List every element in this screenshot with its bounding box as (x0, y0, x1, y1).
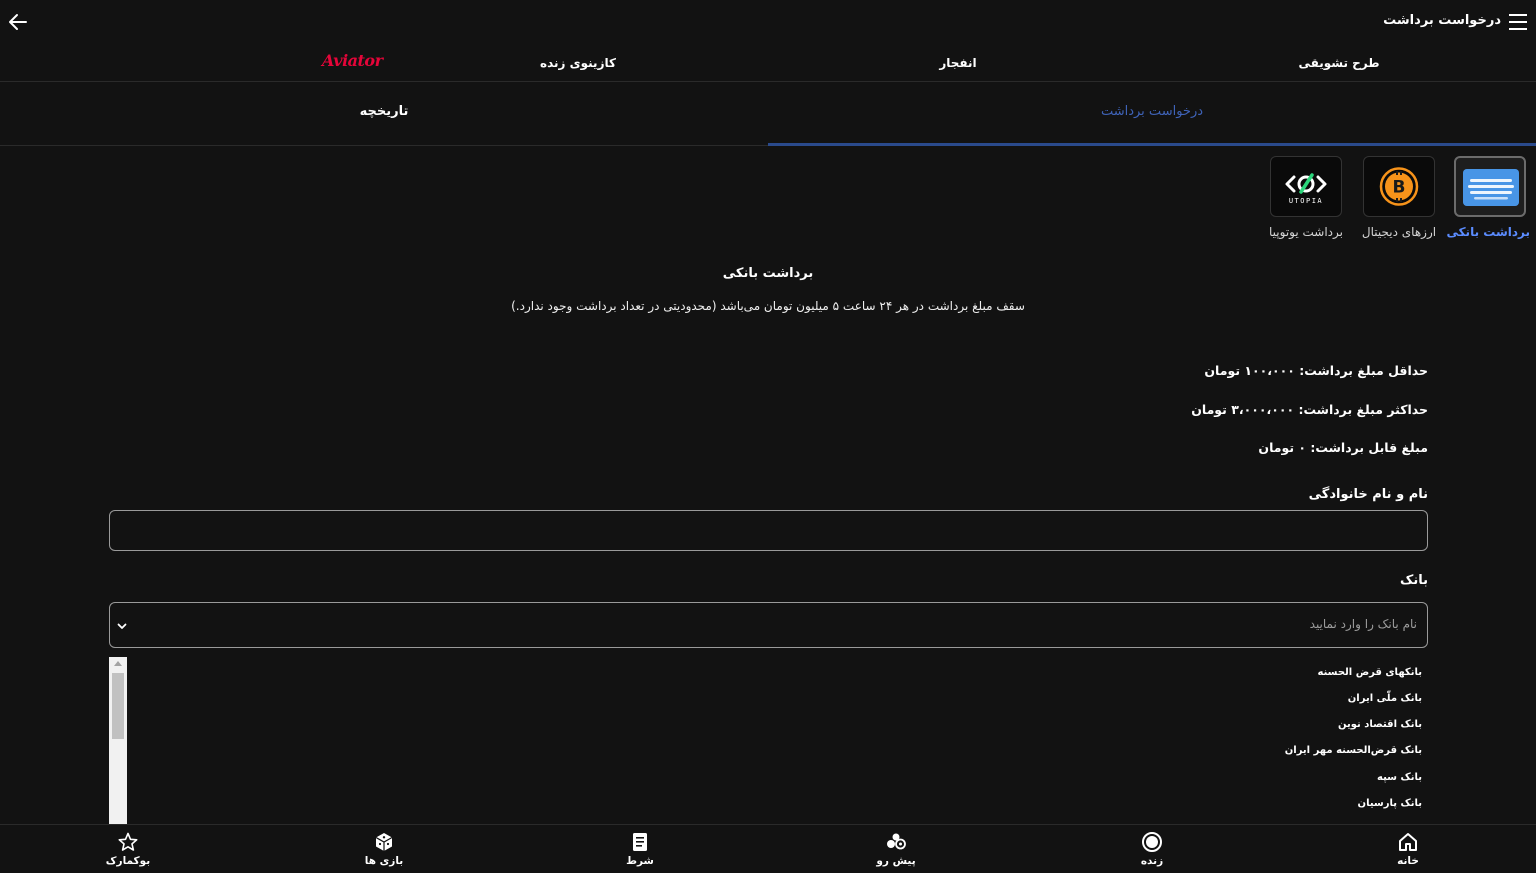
bottom-nav-prematch[interactable]: پیش رو (856, 831, 936, 867)
method-crypto[interactable]: B ارزهای دیجیتال (1356, 156, 1442, 239)
method-utopia[interactable]: UTOPIA برداشت یوتوپیا (1262, 156, 1350, 239)
bank-option[interactable]: بانکهای قرض الحسنه (1318, 667, 1423, 678)
section-title: برداشت بانکی (722, 266, 814, 281)
live-icon (1142, 832, 1162, 852)
bank-options-list[interactable]: بانکهای قرض الحسنه بانک ملّی ایران بانک … (109, 657, 1428, 824)
bottom-nav-games[interactable]: بازی ها (344, 831, 424, 867)
bottom-nav-home[interactable]: خانه (1368, 831, 1448, 867)
bank-label: بانک (1400, 573, 1428, 588)
page-title: درخواست برداشت (1383, 13, 1501, 28)
withdraw-tabs: تاریخچه درخواست برداشت (0, 82, 1536, 146)
nav-aviator-logo[interactable]: Aviator (322, 51, 383, 70)
bank-select[interactable]: نام بانک را وارد نمایید (109, 602, 1428, 648)
sports-balls-icon (887, 833, 906, 850)
bottom-nav-label: پیش رو (876, 855, 916, 867)
nav-live-casino[interactable]: کازینوی زنده (540, 56, 616, 70)
scrollbar-thumb[interactable] (112, 673, 124, 739)
category-nav: طرح تشویقی انفجار کازینوی زنده Aviator (0, 44, 1536, 82)
utopia-logo-icon: UTOPIA (1270, 156, 1342, 217)
full-name-input[interactable] (109, 510, 1428, 551)
top-bar: درخواست برداشت (0, 0, 1536, 44)
scrollbar[interactable] (109, 657, 127, 824)
nav-crash[interactable]: انفجار (939, 56, 976, 70)
min-withdraw-amount: حداقل مبلغ برداشت: ۱۰۰،۰۰۰ تومان (1204, 363, 1428, 378)
tab-history[interactable]: تاریخچه (0, 82, 768, 146)
bitcoin-icon: B (1363, 156, 1435, 217)
bank-option[interactable]: بانک ملّی ایران (1348, 693, 1422, 704)
method-label: برداشت یوتوپیا (1269, 225, 1343, 239)
max-withdraw-amount: حداکثر مبلغ برداشت: ۳،۰۰۰،۰۰۰ تومان (1191, 402, 1428, 417)
full-name-label: نام و نام خانوادگی (1308, 487, 1428, 502)
bottom-nav-label: بوکمارک (105, 855, 151, 867)
bank-option[interactable]: بانک سپه (1377, 772, 1422, 783)
utopia-logo-text: UTOPIA (1289, 197, 1323, 205)
back-arrow-icon[interactable] (6, 10, 30, 34)
method-label: برداشت بانکی (1446, 225, 1530, 239)
dice-icon (375, 833, 393, 851)
bank-option[interactable]: بانک قرض‌الحسنه مهر ایران (1285, 745, 1422, 756)
tab-withdraw-request[interactable]: درخواست برداشت (768, 82, 1536, 146)
chevron-down-icon (117, 623, 127, 629)
bottom-nav: خانه زنده پیش رو شرط بازی ها بوکمارک (0, 824, 1536, 873)
bottom-nav-label: بازی ها (364, 855, 404, 867)
bank-option[interactable]: بانک اقتصاد نوین (1338, 719, 1422, 730)
svg-text:B: B (1393, 178, 1406, 198)
hamburger-menu-icon[interactable] (1508, 12, 1528, 32)
home-icon (1399, 833, 1417, 851)
bottom-nav-label: شرط (626, 855, 654, 867)
scroll-up-arrow-icon[interactable] (114, 661, 122, 666)
nav-promotions[interactable]: طرح تشویقی (1298, 56, 1379, 70)
method-label: ارزهای دیجیتال (1361, 225, 1437, 239)
bottom-nav-bookmark[interactable]: بوکمارک (88, 831, 168, 867)
star-icon (118, 832, 138, 851)
available-withdraw-amount: مبلغ قابل برداشت: ۰ تومان (1258, 440, 1428, 455)
bottom-nav-live[interactable]: زنده (1112, 831, 1192, 867)
bank-card-icon (1454, 156, 1526, 217)
section-subtitle: سقف مبلغ برداشت در هر ۲۴ ساعت ۵ میلیون ت… (511, 299, 1025, 313)
bank-select-placeholder: نام بانک را وارد نمایید (1309, 617, 1417, 631)
method-bank-transfer[interactable]: برداشت بانکی (1446, 156, 1530, 239)
bottom-nav-label: زنده (1140, 855, 1164, 867)
bottom-nav-bet[interactable]: شرط (600, 831, 680, 867)
bank-option[interactable]: بانک پارسیان (1358, 798, 1422, 809)
bottom-nav-label: خانه (1397, 855, 1419, 867)
bet-slip-icon (633, 833, 647, 851)
